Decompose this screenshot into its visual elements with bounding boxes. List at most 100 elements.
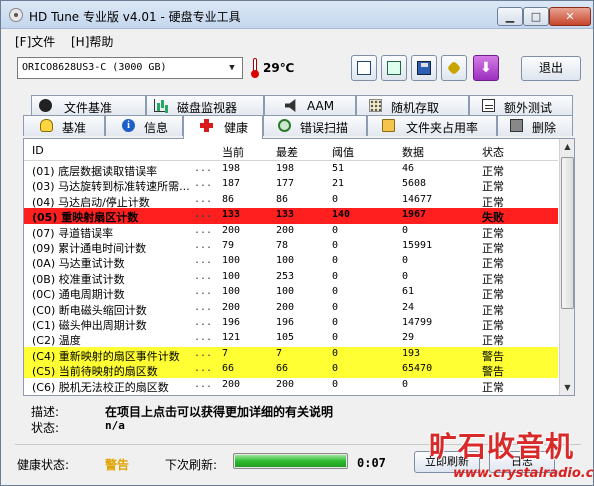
scroll-down-icon[interactable]: ▼ [561, 380, 574, 395]
minimize-button[interactable]: ▁ [497, 7, 523, 26]
health-panel: ID 当前 最差 阈值 数据 状态 (01) 底层数据读取错误率... 198 19… [23, 138, 575, 396]
row-worst-cell: 200 [276, 224, 295, 236]
row-threshold-cell: 21 [332, 178, 345, 190]
table-row[interactable]: (09) 累计通电时间计数... 79 78 0 15991 正常 [24, 239, 558, 255]
table-row[interactable]: (C5) 当前待映射的扇区数... 66 66 0 65470 警告 [24, 362, 558, 378]
row-data-cell: 46 [402, 163, 415, 174]
col-header-worst[interactable]: 最差 [276, 144, 298, 160]
vertical-scrollbar[interactable]: ▲ ▼ [559, 139, 574, 395]
title-bar[interactable]: HD Tune 专业版 v4.01 - 硬盘专业工具 ▁ □ ✕ [1, 1, 593, 29]
refresh-countdown: 0:07 [357, 456, 386, 470]
table-row[interactable]: (C4) 重新映射的扇区事件计数... 7 7 0 193 警告 [24, 346, 558, 363]
copy-text-button[interactable] [351, 55, 377, 81]
tab-benchmark[interactable]: 基准 [23, 115, 105, 136]
tab-error-scan[interactable]: 错误扫描 [263, 115, 367, 136]
row-threshold-cell: 0 [332, 363, 339, 375]
row-threshold-cell: 0 [332, 270, 339, 282]
col-header-id[interactable]: ID [32, 144, 44, 157]
tab-disk-monitor[interactable]: 磁盘监视器 [146, 95, 264, 116]
table-row[interactable]: (0C) 通电周期计数... 100 100 0 61 正常 [24, 285, 558, 301]
row-current-cell: 100 [222, 255, 241, 267]
row-data-cell: 15991 [402, 240, 433, 251]
row-worst-cell: 100 [276, 255, 295, 267]
col-header-threshold[interactable]: 阈值 [332, 144, 354, 160]
maximize-icon: □ [530, 10, 542, 23]
chevron-down-icon[interactable]: ▼ [225, 60, 239, 76]
app-window: HD Tune 专业版 v4.01 - 硬盘专业工具 ▁ □ ✕ [F]文件 [… [0, 0, 594, 486]
menu-help[interactable]: [H]帮助 [71, 33, 113, 50]
tab-file-benchmark[interactable]: 文件基准 [31, 95, 146, 116]
tab-erase[interactable]: 删除 [497, 115, 573, 136]
row-worst-cell: 198 [276, 163, 295, 174]
copy-screenshot-button[interactable] [381, 55, 407, 81]
refresh-progress-bar [233, 453, 348, 469]
options-button[interactable] [441, 55, 467, 81]
tab-extra-tests[interactable]: 额外测试 [469, 95, 573, 116]
table-row[interactable]: (C0) 断电磁头缩回计数... 200 200 0 24 正常 [24, 301, 558, 317]
watermark-logo: 旷石收音机 [429, 430, 575, 463]
row-data-cell: 0 [402, 378, 409, 390]
state-text: n/a [105, 419, 125, 432]
row-current-cell: 198 [222, 163, 241, 174]
table-row[interactable]: (C1) 磁头伸出周期计数... 196 196 0 14799 正常 [24, 316, 558, 332]
progress-fill [235, 455, 346, 467]
extra-tests-icon [482, 99, 495, 112]
minimize-icon: ▁ [505, 10, 515, 23]
col-header-current[interactable]: 当前 [222, 144, 244, 160]
copy-icon [357, 61, 371, 75]
row-dots-cell: ... [194, 224, 213, 236]
row-worst-cell: 100 [276, 286, 295, 298]
scrollbar-thumb[interactable] [561, 157, 574, 309]
close-button[interactable]: ✕ [549, 7, 591, 26]
table-row[interactable]: (04) 马达启动/停止计数... 86 86 0 14677 正常 [24, 193, 558, 209]
table-row[interactable]: (03) 马达旋转到标准转速所需...... 187 177 21 5608 正常 [24, 177, 558, 193]
table-row[interactable]: (0B) 校准重试计数... 100 253 0 0 正常 [24, 270, 558, 286]
copy-screenshot-icon [387, 61, 401, 75]
smart-table[interactable]: ID 当前 最差 阈值 数据 状态 (01) 底层数据读取错误率... 198 19… [24, 139, 558, 395]
row-current-cell: 187 [222, 178, 241, 190]
description-label: 描述: [31, 405, 60, 419]
row-status-cell: 正常 [482, 380, 504, 394]
scroll-up-icon[interactable]: ▲ [561, 139, 574, 154]
health-status-value: 警告 [105, 458, 130, 472]
row-threshold-cell: 0 [332, 317, 339, 328]
table-row[interactable]: (07) 寻道错误率... 200 200 0 0 正常 [24, 224, 558, 240]
tab-info[interactable]: i 信息 [105, 115, 183, 136]
save-button[interactable] [411, 55, 437, 81]
table-row[interactable]: (05) 重映射扇区计数... 133 133 140 1967 失败 [24, 208, 558, 224]
row-current-cell: 133 [222, 209, 241, 221]
row-dots-cell: ... [194, 363, 213, 375]
menu-file[interactable]: [F]文件 [15, 33, 55, 50]
drive-select[interactable]: ORICO8628US3-C (3000 GB) ▼ [17, 57, 243, 79]
col-header-status[interactable]: 状态 [482, 144, 504, 160]
health-cross-icon [200, 119, 213, 132]
row-dots-cell: ... [194, 347, 213, 359]
tab-label: 随机存取 [391, 101, 440, 115]
table-row[interactable]: (C2) 温度... 121 105 0 29 正常 [24, 331, 558, 347]
row-worst-cell: 196 [276, 317, 295, 328]
tab-label: 文件基准 [64, 101, 113, 115]
col-header-data[interactable]: 数据 [402, 144, 424, 160]
table-row[interactable]: (01) 底层数据读取错误率... 198 198 51 46 正常 [24, 162, 558, 178]
speaker-icon [285, 99, 296, 112]
tab-label: 信息 [144, 121, 169, 135]
tab-folder-usage[interactable]: 文件夹占用率 [367, 115, 497, 136]
state-label: 状态: [31, 421, 60, 435]
row-dots-cell: ... [194, 317, 213, 328]
lightbulb-icon [40, 119, 53, 132]
table-row[interactable]: (0A) 马达重试计数... 100 100 0 0 正常 [24, 254, 558, 270]
row-dots-cell: ... [194, 301, 213, 313]
options-icon [446, 60, 462, 76]
row-current-cell: 200 [222, 301, 241, 313]
exit-button[interactable]: 退出 [521, 56, 581, 81]
download-button[interactable]: ⬇ [473, 55, 499, 81]
row-current-cell: 66 [222, 363, 235, 375]
row-worst-cell: 177 [276, 178, 295, 190]
table-row[interactable]: (C6) 脱机无法校正的扇区数... 200 200 0 0 正常 [24, 378, 558, 394]
tab-health[interactable]: 健康 [183, 115, 263, 139]
row-current-cell: 196 [222, 317, 241, 328]
row-threshold-cell: 0 [332, 224, 339, 236]
maximize-button[interactable]: □ [523, 7, 549, 26]
tab-aam[interactable]: AAM [264, 95, 356, 116]
tab-random-access[interactable]: 随机存取 [356, 95, 469, 116]
